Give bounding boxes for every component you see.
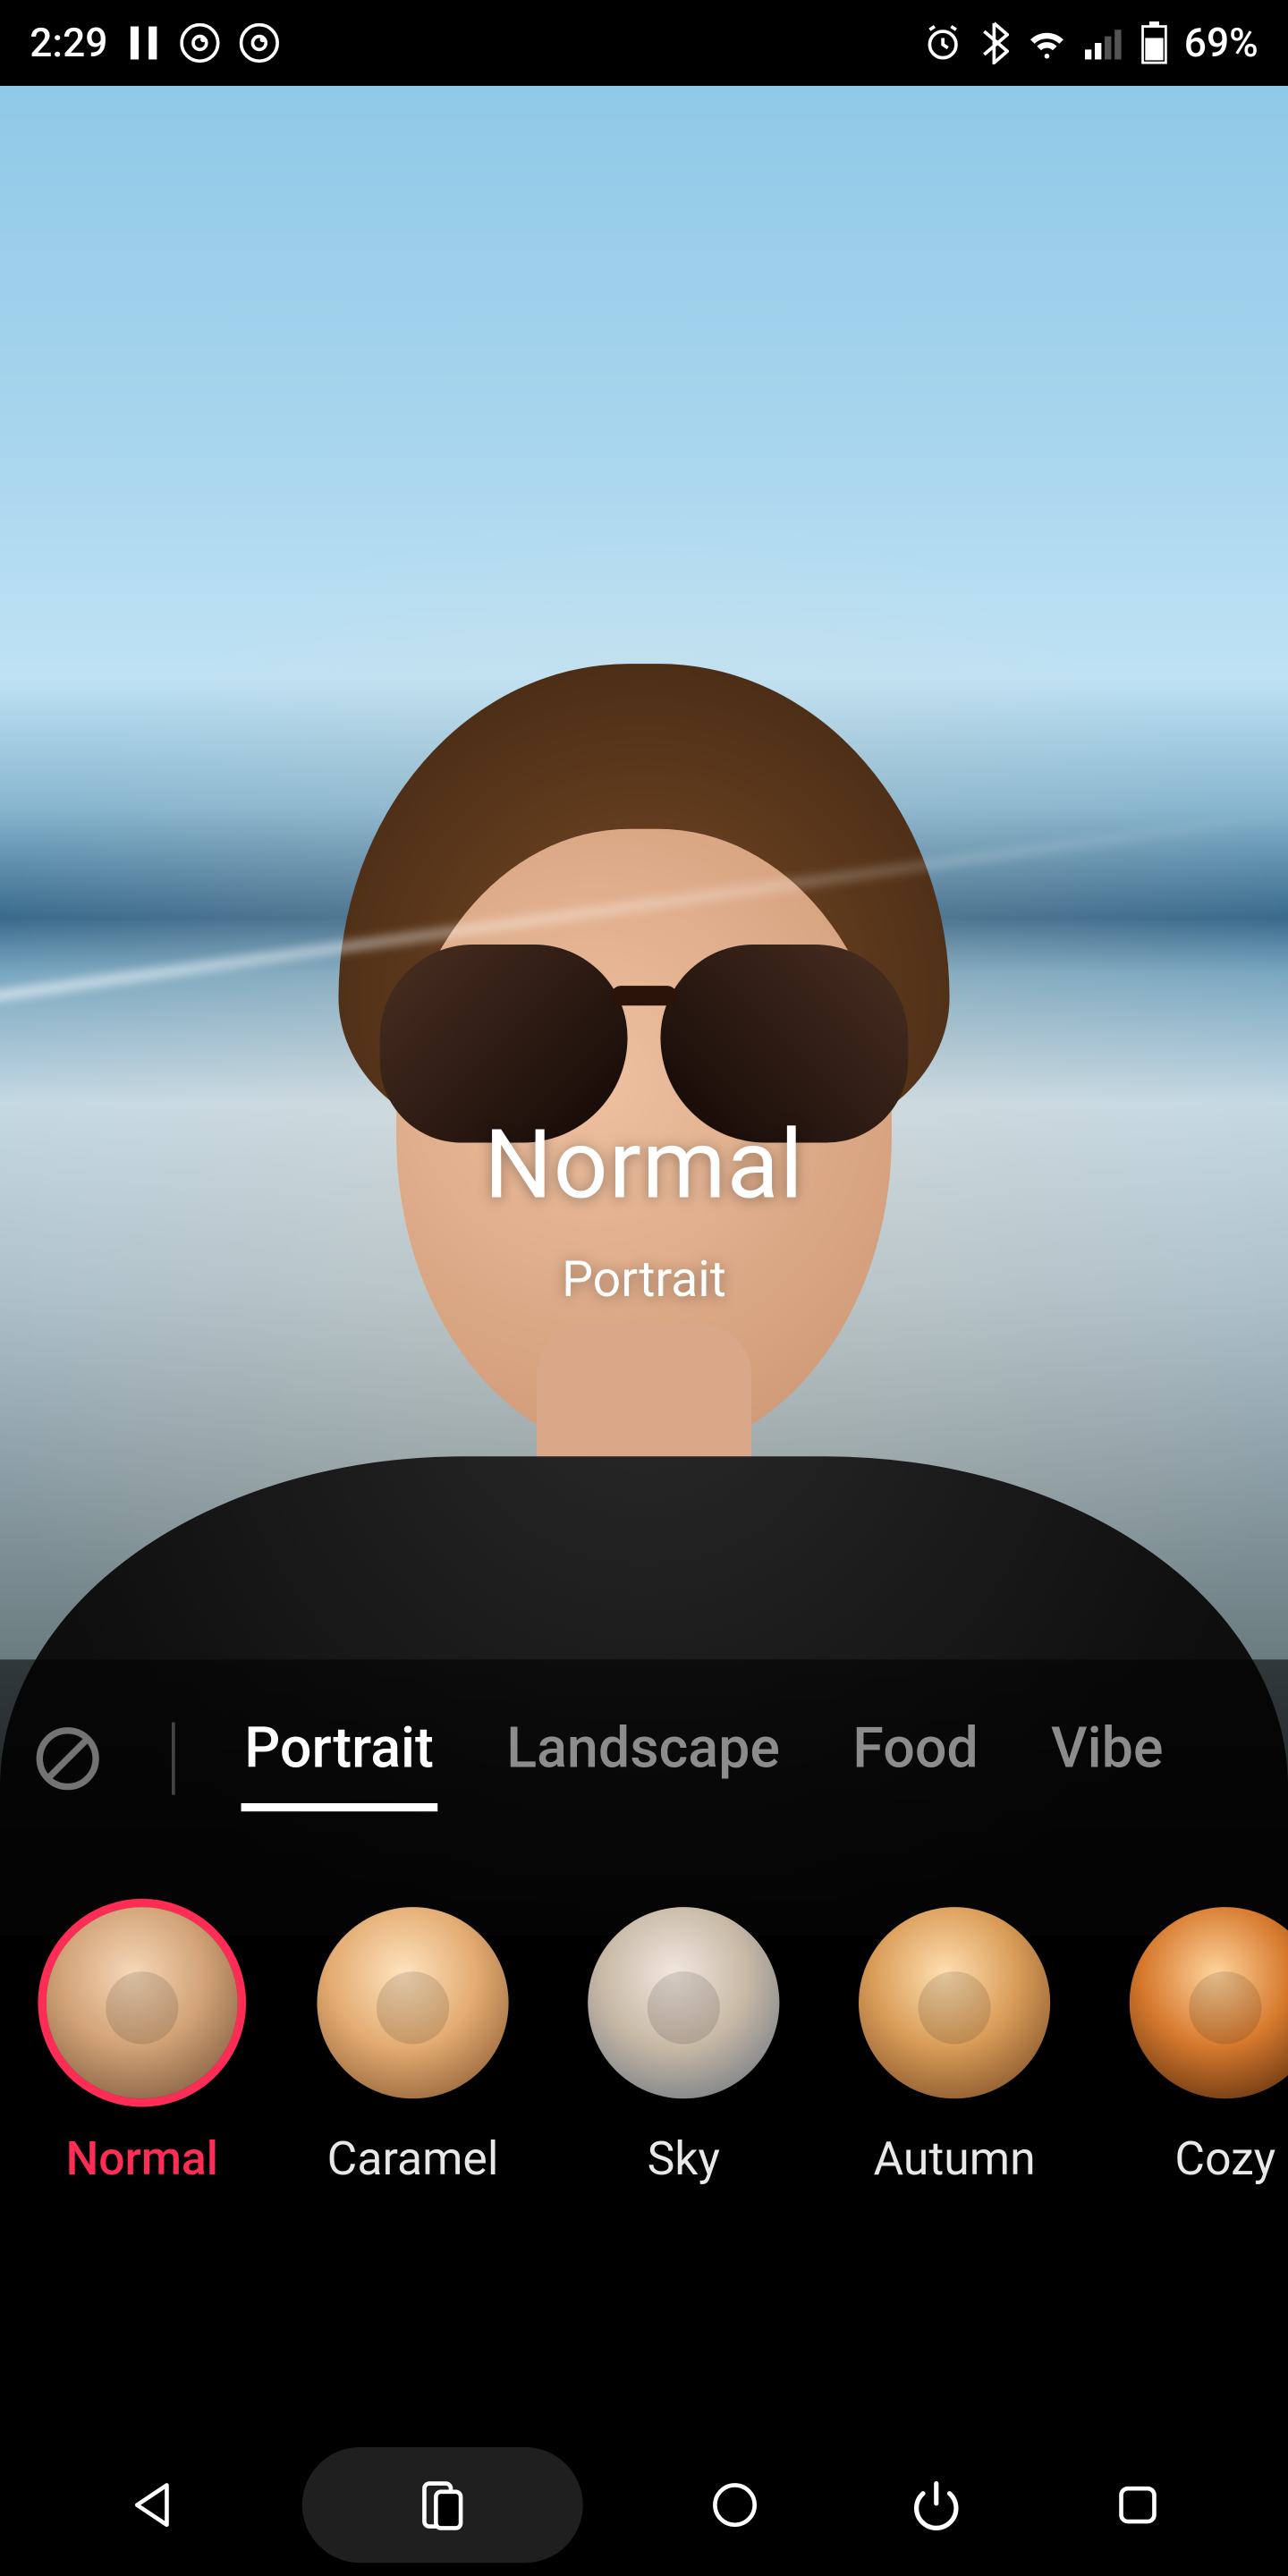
filter-label: Normal [43,2131,242,2186]
status-left: 2:29 [30,20,279,66]
device-frame: 2:29 [0,0,1288,2576]
signal-icon [1085,27,1124,60]
filter-carousel[interactable]: Normal Caramel Sky Autumn Cozy [0,1844,1288,2186]
filter-label: Cozy [1126,2131,1288,2186]
nav-home-button[interactable] [685,2455,784,2555]
bluetooth-icon [979,21,1009,64]
tab-portrait[interactable]: Portrait [242,1706,437,1811]
filter-sky[interactable]: Sky [585,1907,784,2186]
live-preview [0,86,1288,1936]
filter-thumb [859,1907,1050,2098]
pause-icon [128,25,161,62]
status-time: 2:29 [30,20,107,66]
filter-label: Sky [585,2131,784,2186]
no-filter-button[interactable] [30,1721,106,1797]
filter-autumn[interactable]: Autumn [855,1907,1054,2186]
filter-caramel[interactable]: Caramel [314,1907,513,2186]
system-nav-bar [0,2434,1288,2576]
nav-lens-switch-button[interactable] [302,2447,583,2563]
app-icon-a [240,23,279,63]
app-icon-a [181,23,220,63]
tab-landscape[interactable]: Landscape [504,1706,784,1811]
filter-thumb [317,1907,508,2098]
filter-label: Caramel [314,2131,513,2186]
divider [172,1723,175,1795]
status-battery-pct: 69% [1184,20,1258,66]
alarm-icon [923,23,962,63]
wifi-icon [1026,27,1069,60]
category-tabs: Portrait Landscape Food Vibe [0,1690,1288,1845]
filter-cozy[interactable]: Cozy [1126,1907,1288,2186]
filter-thumb [47,1907,238,2098]
status-bar: 2:29 [0,0,1288,86]
status-right: 69% [923,20,1258,66]
tab-food[interactable]: Food [850,1706,982,1811]
battery-icon [1141,21,1168,64]
camera-viewfinder[interactable]: Normal Portrait [0,86,1288,1936]
filter-controls-tray: Portrait Landscape Food Vibe Normal Cara… [0,1659,1288,2436]
filter-thumb [1130,1907,1288,2098]
nav-power-button[interactable] [886,2455,986,2555]
filter-label: Autumn [855,2131,1054,2186]
filter-normal[interactable]: Normal [43,1907,242,2186]
tab-vibe[interactable]: Vibe [1047,1706,1166,1811]
nav-overview-button[interactable] [1089,2455,1188,2555]
nav-back-button[interactable] [101,2455,200,2555]
filter-thumb [588,1907,779,2098]
